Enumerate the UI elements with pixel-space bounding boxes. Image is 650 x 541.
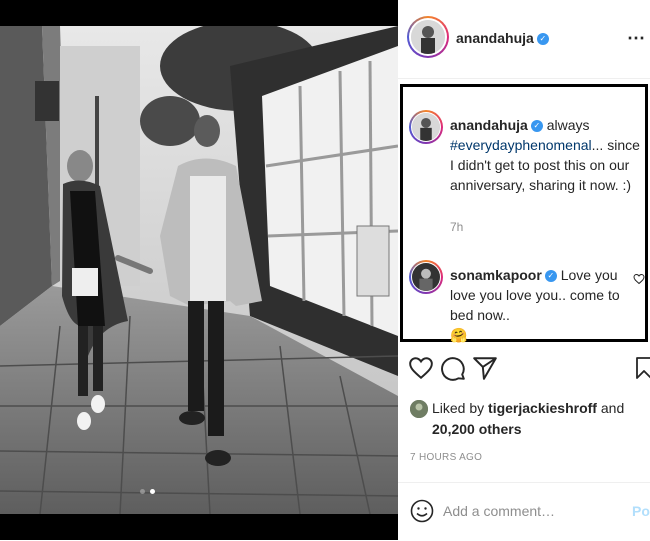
highlighted-comments-box: anandahuja ✓ always #everydayphenomenal..…: [400, 84, 648, 345]
liker-avatar[interactable]: [410, 400, 428, 418]
comment-bubble-icon[interactable]: [440, 354, 466, 382]
save-bookmark-icon[interactable]: [634, 354, 650, 382]
post-photo[interactable]: [0, 26, 398, 514]
post-details-panel: anandahuja ✓ ⋯ anandahuja ✓ always #everyd…: [398, 0, 650, 540]
avatar-image: [412, 113, 440, 141]
post-comment-button[interactable]: Post: [632, 503, 650, 519]
caption-author-avatar[interactable]: [409, 110, 443, 144]
reply-username[interactable]: sonamkapoor: [450, 267, 542, 283]
author-avatar[interactable]: [407, 16, 449, 58]
caption-username[interactable]: anandahuja: [450, 117, 528, 133]
caption-hashtag[interactable]: #everydayphenomenal: [450, 137, 592, 153]
verified-badge-icon: ✓: [544, 270, 557, 283]
post-timestamp[interactable]: 7 HOURS AGO: [410, 452, 482, 463]
post-header: anandahuja ✓ ⋯: [398, 0, 650, 79]
emoji-smiley-icon[interactable]: [410, 499, 434, 523]
reply-author-avatar[interactable]: [409, 260, 443, 294]
likes-summary: Liked by tigerjackieshroff and 20,200 ot…: [410, 398, 650, 440]
like-heart-icon[interactable]: [408, 354, 434, 382]
avatar-image: [411, 20, 445, 54]
liker-username[interactable]: tigerjackieshroff: [488, 400, 597, 416]
caption-text: anandahuja ✓ always #everydayphenomenal..…: [450, 115, 642, 195]
caption-time[interactable]: 7h: [450, 220, 463, 234]
share-paper-plane-icon[interactable]: [472, 354, 498, 382]
more-options-icon[interactable]: ⋯: [627, 28, 646, 49]
carousel-dot-active[interactable]: [150, 489, 155, 494]
likes-and-label: and: [600, 400, 625, 416]
hugging-emoji-icon: 🤗: [450, 327, 468, 343]
like-comment-heart-icon[interactable]: [633, 273, 645, 285]
verified-badge-icon: ✓: [530, 120, 543, 133]
reply-text: sonamkapoor ✓ Love you love you love you.…: [450, 265, 640, 345]
add-comment-bar: Add a comment… Post: [398, 482, 650, 541]
author-username[interactable]: anandahuja: [456, 30, 534, 46]
carousel-dot[interactable]: [140, 489, 145, 494]
likes-count[interactable]: 20,200 others: [432, 421, 522, 437]
carousel-indicator[interactable]: [140, 489, 155, 494]
post-action-bar: [398, 354, 650, 390]
verified-badge-icon: ✓: [536, 32, 549, 45]
avatar-image: [412, 263, 440, 291]
comment-input[interactable]: Add a comment…: [443, 503, 555, 519]
caption-lead: always: [546, 117, 590, 133]
post-photo-panel: [0, 0, 398, 540]
liked-by-label: Liked by: [432, 400, 485, 416]
